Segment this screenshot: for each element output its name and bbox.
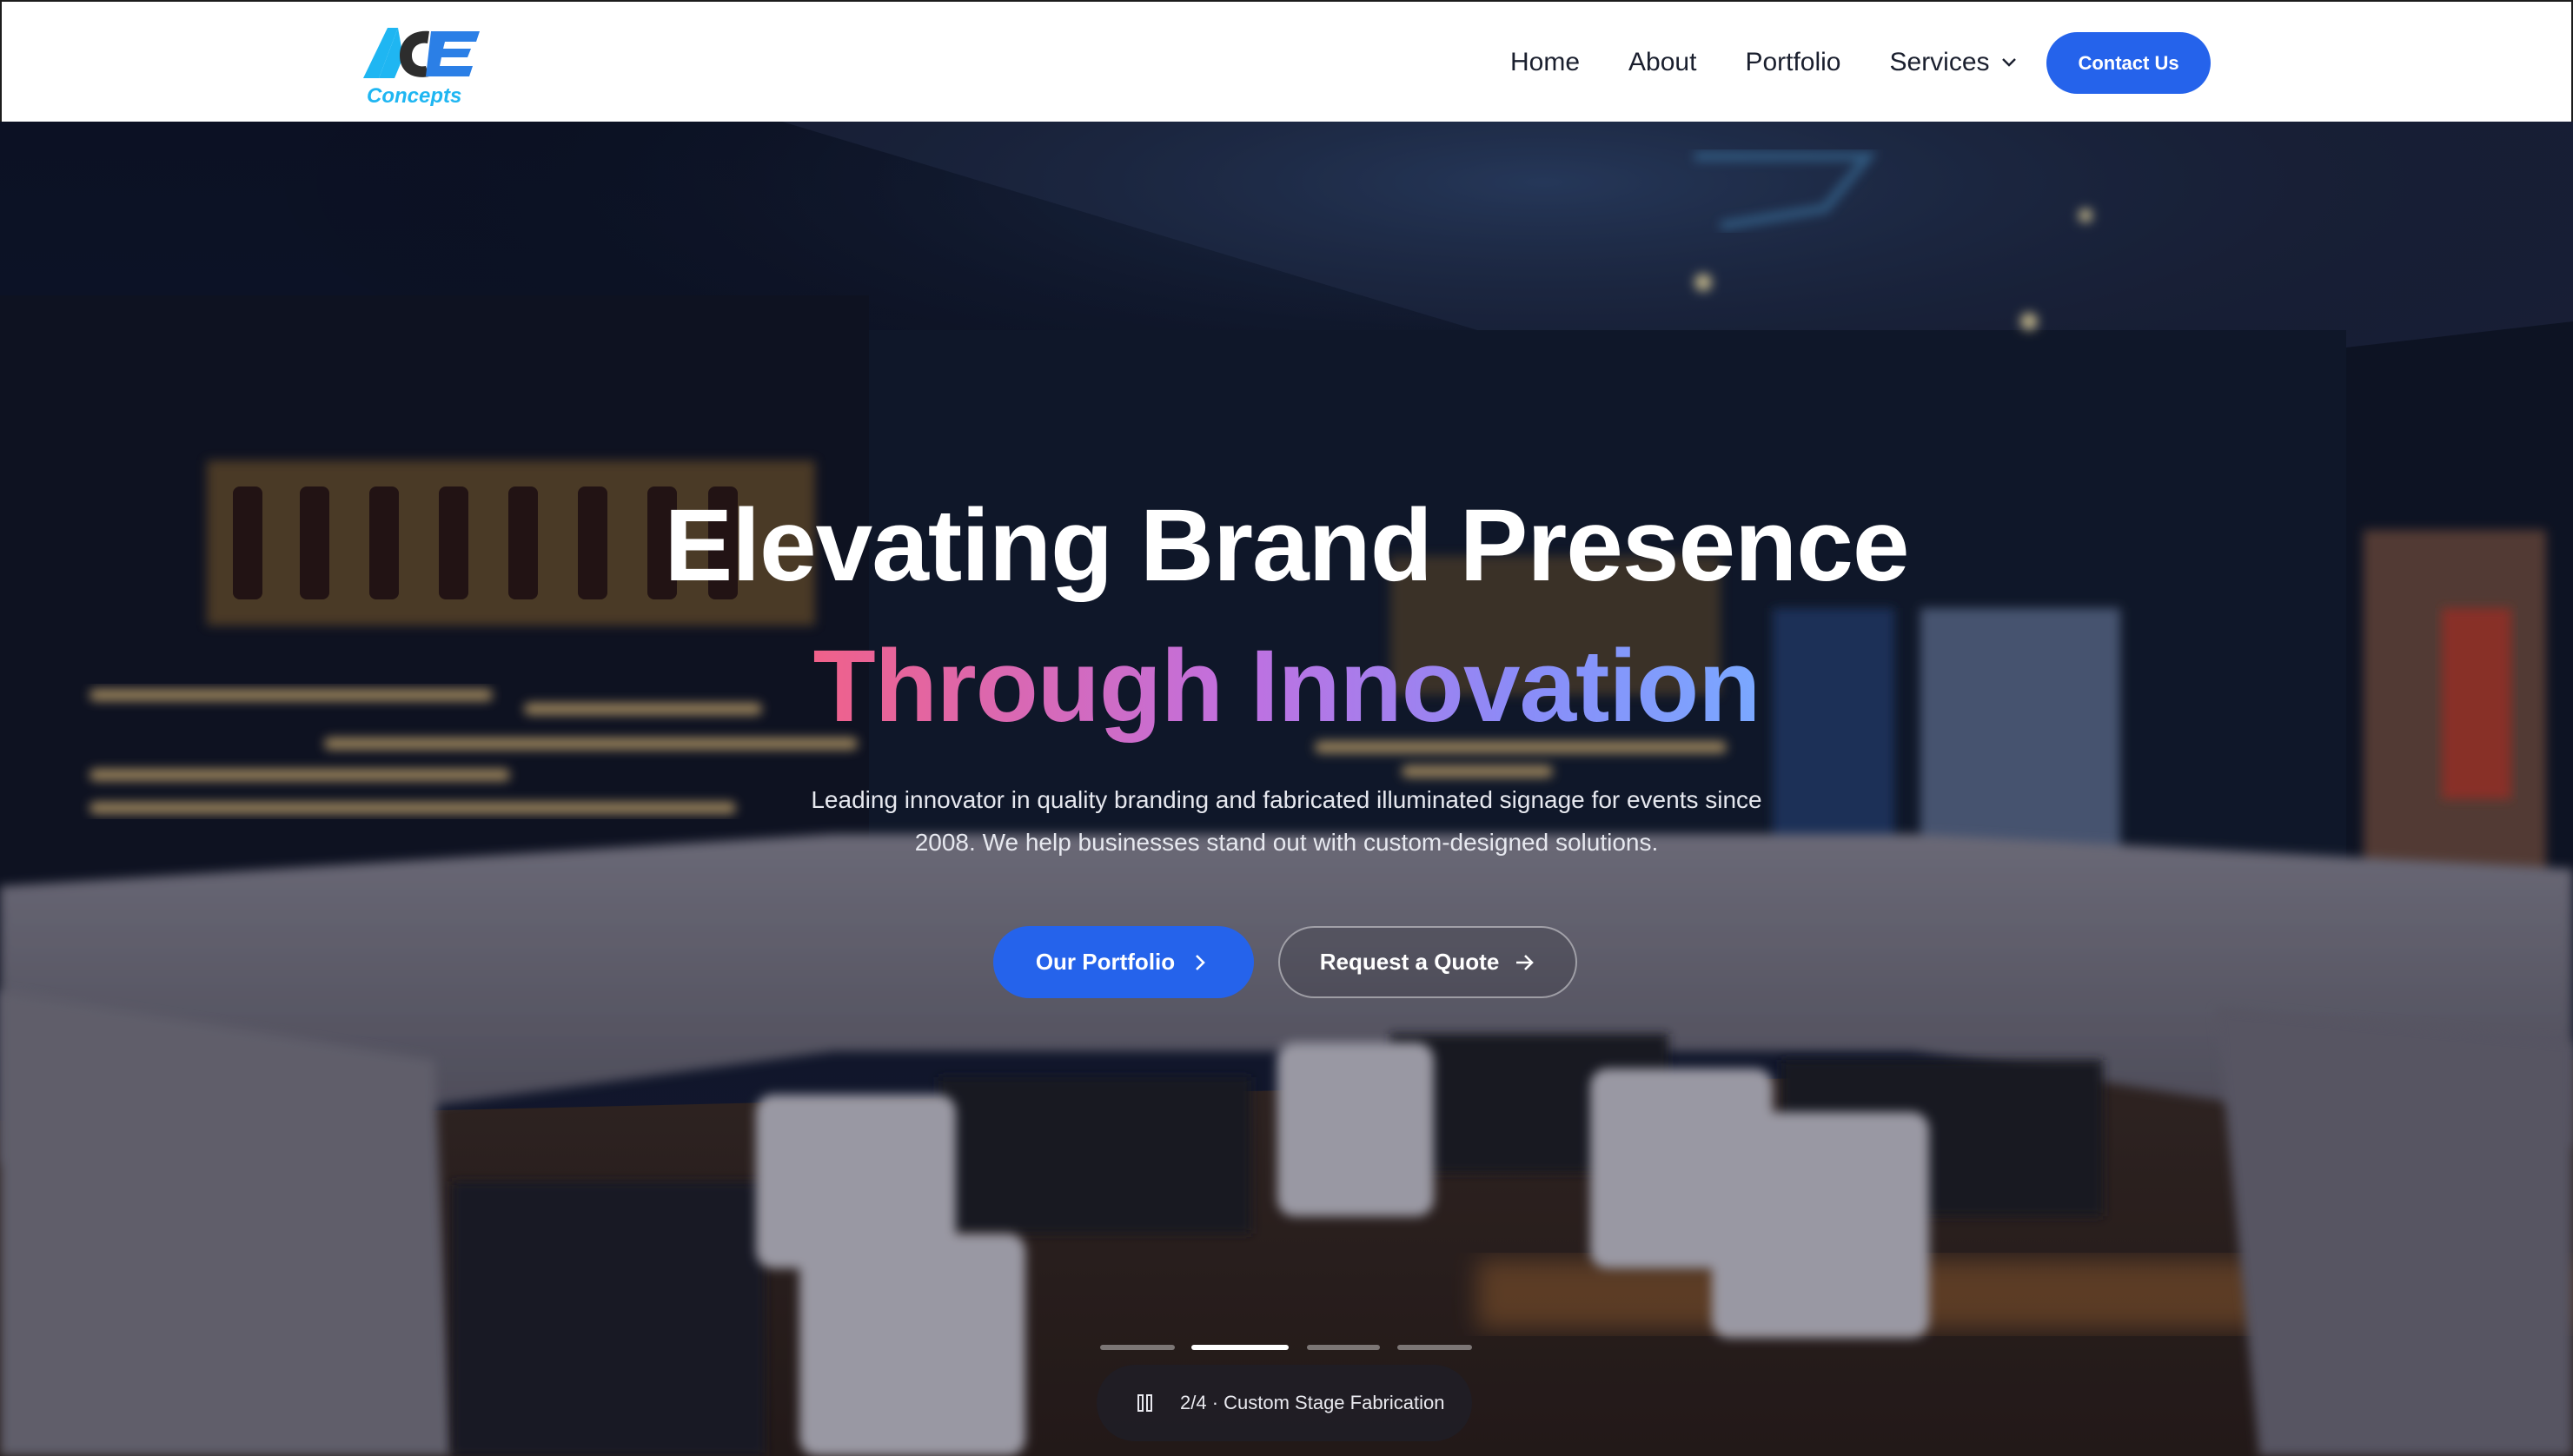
hero-title-gradient-text: Through Innovation bbox=[812, 629, 1761, 744]
hero-description: Leading innovator in quality branding an… bbox=[811, 786, 1762, 856]
carousel-indicators bbox=[1100, 1345, 1472, 1352]
arrow-right-icon bbox=[1516, 954, 1535, 970]
request-quote-label: Request a Quote bbox=[1319, 949, 1500, 975]
site-header: Concepts Home About Portfolio Services C… bbox=[0, 0, 2573, 122]
our-portfolio-button[interactable]: Our Portfolio bbox=[993, 926, 1254, 998]
slide-indicator-1[interactable] bbox=[1100, 1345, 1175, 1350]
nav-home-link[interactable]: Home bbox=[1510, 48, 1580, 77]
chevron-right-icon bbox=[1196, 954, 1205, 970]
svg-text:Concepts: Concepts bbox=[367, 84, 461, 106]
slide-status-text: 2/4 · Custom Stage Fabrication bbox=[1180, 1392, 1445, 1413]
slide-indicator-4[interactable] bbox=[1397, 1345, 1472, 1350]
main-nav: Home About Portfolio Services bbox=[1510, 2, 2066, 123]
slide-status-pill: 2/4 · Custom Stage Fabrication bbox=[1097, 1365, 1472, 1441]
request-quote-button[interactable]: Request a Quote bbox=[1278, 926, 1577, 998]
nav-about-link[interactable]: About bbox=[1628, 48, 1696, 77]
hero-title-accent: Through Innovation bbox=[0, 627, 2573, 745]
chevron-down-icon bbox=[2001, 58, 2016, 67]
nav-portfolio-link[interactable]: Portfolio bbox=[1745, 48, 1840, 77]
slide-indicator-3[interactable] bbox=[1307, 1345, 1380, 1350]
slide-indicator-2[interactable] bbox=[1191, 1345, 1289, 1350]
nav-services-dropdown[interactable]: Services bbox=[1890, 48, 2018, 77]
pause-icon[interactable] bbox=[1137, 1393, 1154, 1413]
our-portfolio-label: Our Portfolio bbox=[1035, 949, 1176, 975]
hero-title: Elevating Brand Presence bbox=[664, 488, 1910, 603]
hero-slider: Elevating Brand Presence Through Innovat… bbox=[0, 122, 2573, 1456]
nav-services-label: Services bbox=[1889, 48, 1990, 76]
contact-us-button[interactable]: Contact Us bbox=[2046, 32, 2211, 94]
ace-concepts-logo[interactable]: Concepts bbox=[361, 23, 483, 106]
logo-mark-icon: Concepts bbox=[363, 28, 480, 106]
